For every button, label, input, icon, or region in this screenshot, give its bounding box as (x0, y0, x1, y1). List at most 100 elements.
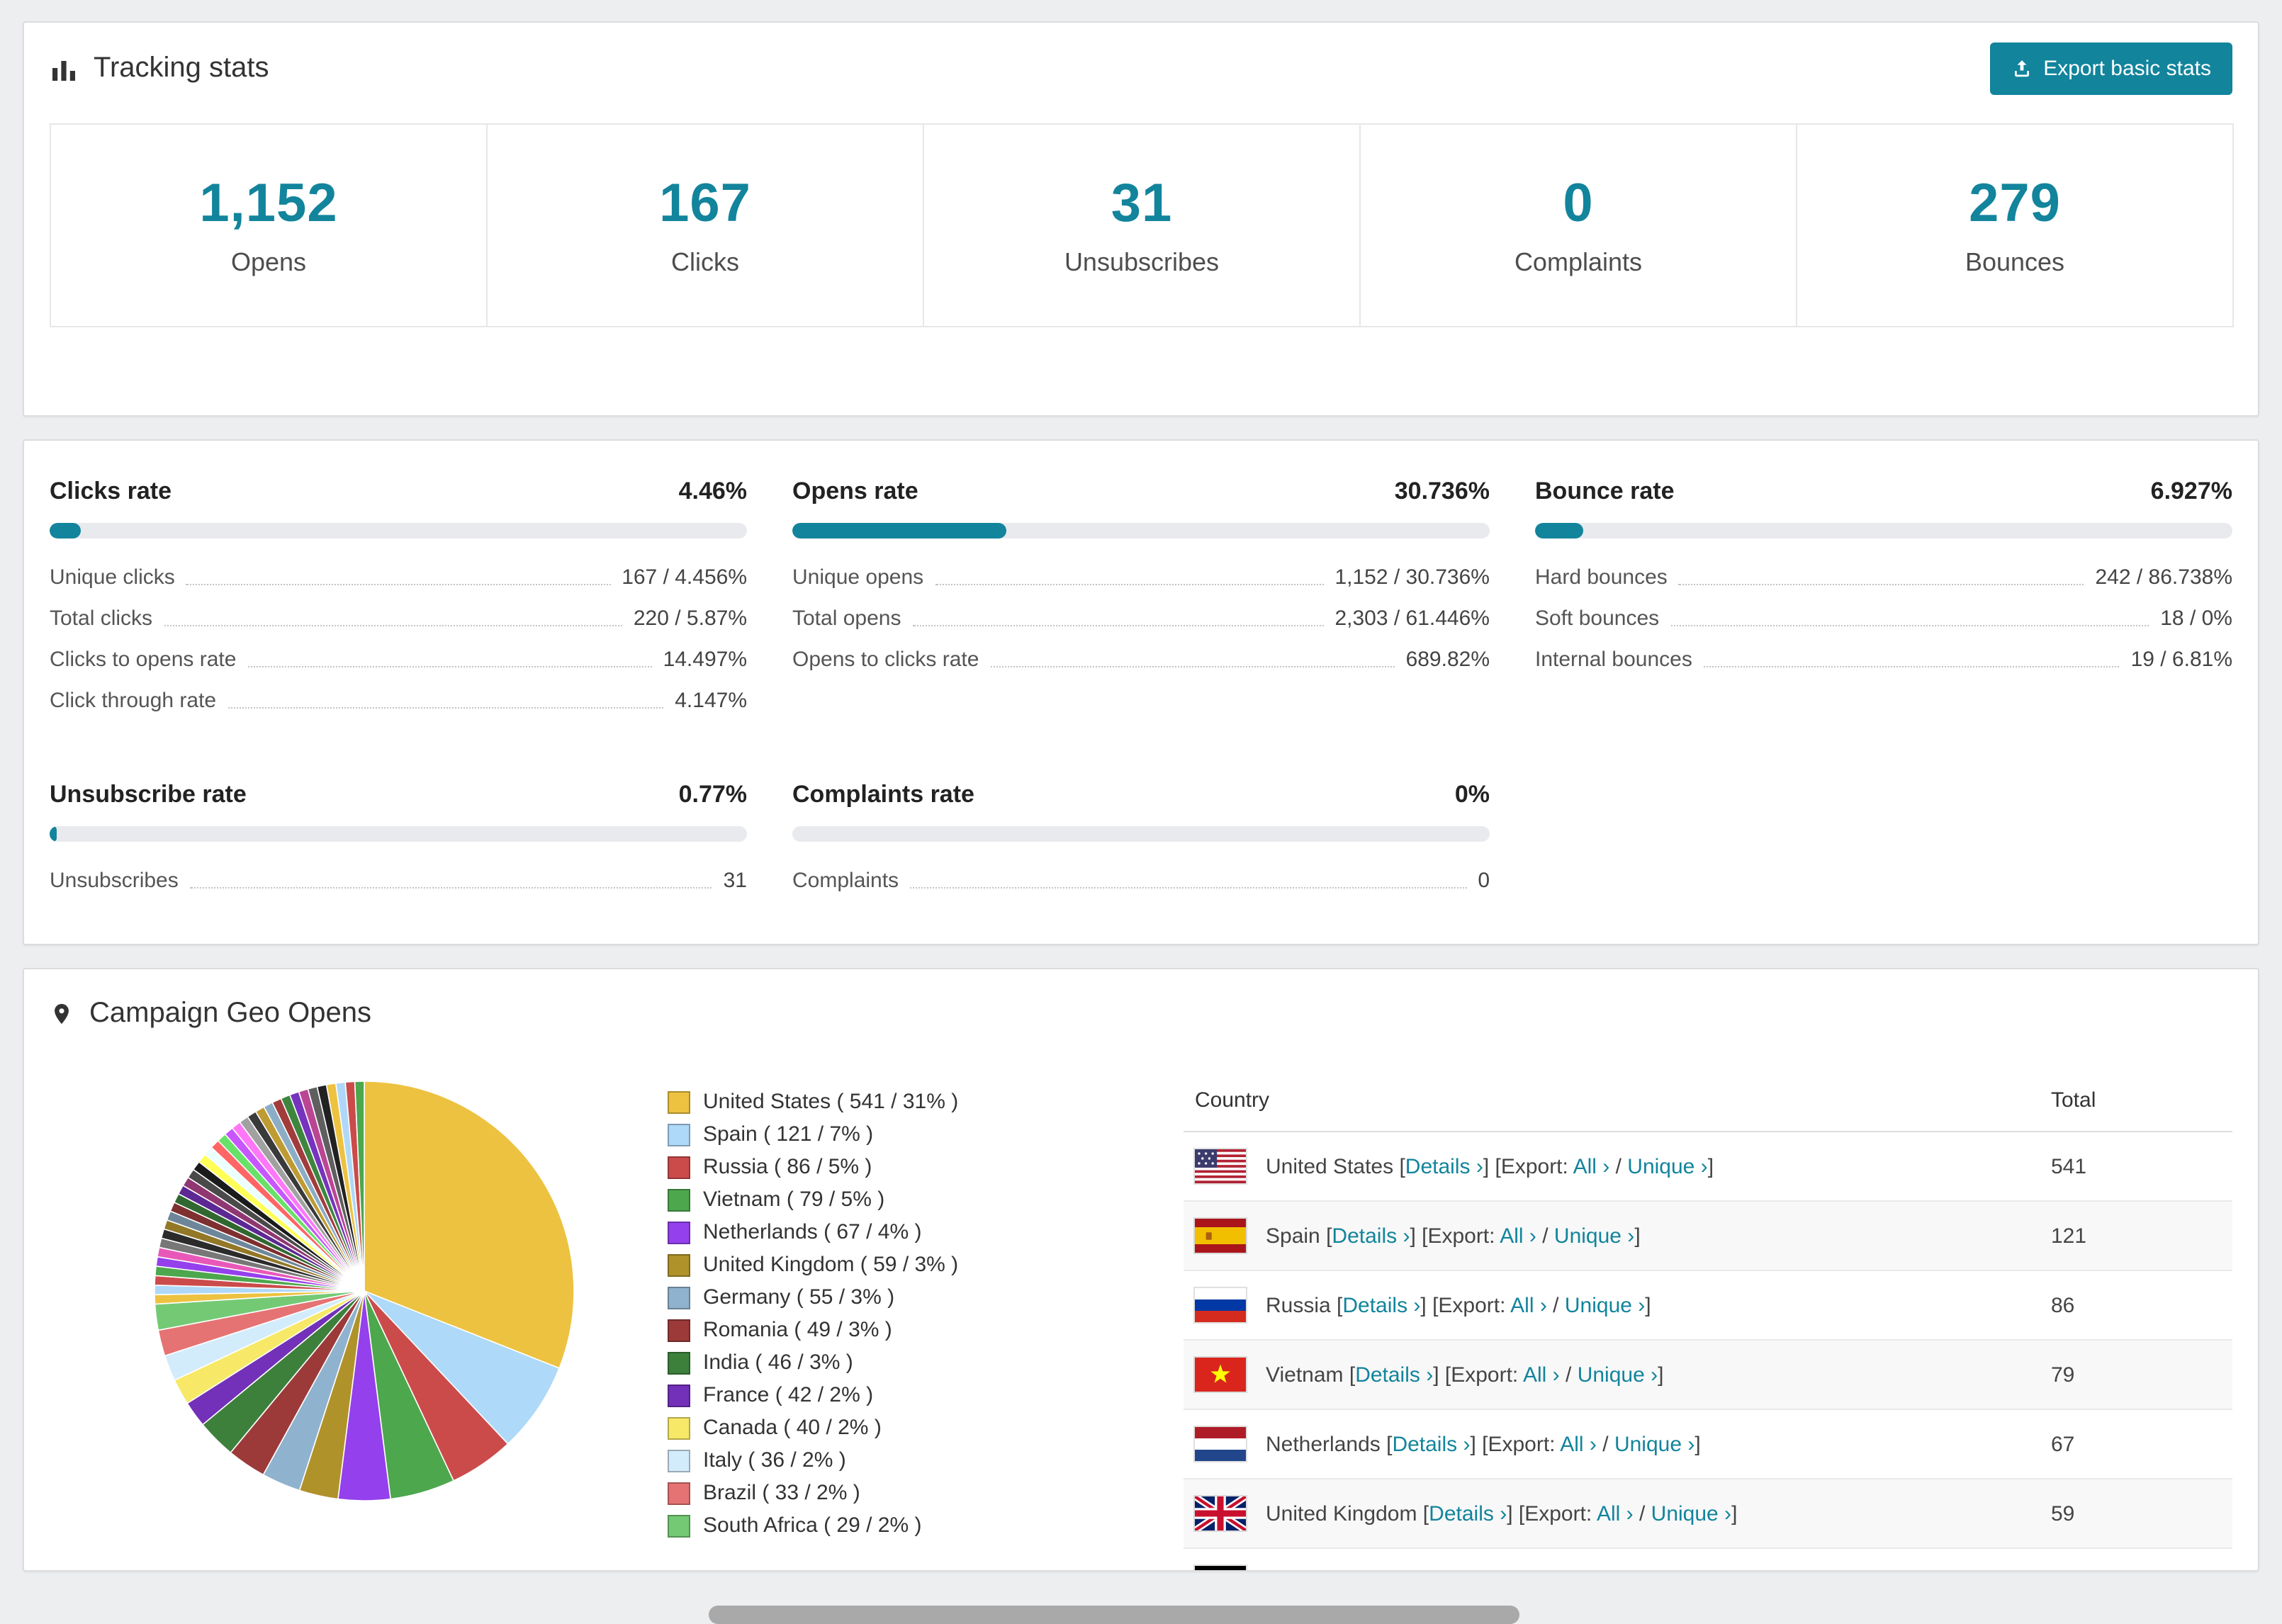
export-all-link[interactable]: All › (1597, 1501, 1634, 1526)
flag-vn-icon (1195, 1358, 1246, 1392)
stat-box: 279 Bounces (1796, 123, 2234, 327)
country-cell-text: United Kingdom [Details ›] [Export: All … (1266, 1501, 1738, 1526)
dotted-leader (935, 584, 1324, 585)
total-cell: 541 (2040, 1132, 2232, 1202)
geo-opens-table: Country Total United States [Details ›] … (1184, 1070, 2232, 1572)
rate-row: Total opens 2,303 / 61.446% (792, 598, 1490, 639)
details-link[interactable]: Details › (1332, 1224, 1410, 1248)
rate-row: Soft bounces 18 / 0% (1535, 598, 2232, 639)
legend-label: Netherlands ( 67 / 4% ) (703, 1220, 922, 1244)
legend-swatch (668, 1482, 690, 1504)
dotted-leader (1670, 625, 2149, 626)
column-header-total: Total (2040, 1070, 2232, 1132)
rate-row-value: 242 / 86.738% (2095, 565, 2233, 590)
stat-label: Complaints (1514, 247, 1643, 276)
rate-row-label: Complaints (792, 869, 899, 893)
table-row: Netherlands [Details ›] [Export: All › /… (1184, 1409, 2232, 1479)
legend-item: Russia ( 86 / 5% ) (668, 1155, 1002, 1179)
legend-item: Vietnam ( 79 / 5% ) (668, 1188, 1002, 1212)
rate-title: Opens rate (792, 478, 918, 504)
rate-row-value: 1,152 / 30.736% (1334, 565, 1490, 590)
rate-row: Unique clicks 167 / 4.456% (50, 557, 747, 598)
rate-row-label: Opens to clicks rate (792, 648, 979, 672)
horizontal-scrollbar[interactable] (709, 1606, 1519, 1624)
flag-es-icon (1195, 1219, 1246, 1253)
flag-de-icon (1195, 1566, 1246, 1570)
legend-label: Vietnam ( 79 / 5% ) (703, 1188, 885, 1212)
export-all-link[interactable]: All › (1533, 1571, 1570, 1572)
export-unique-link[interactable]: Unique › (1627, 1154, 1707, 1178)
details-link[interactable]: Details › (1342, 1293, 1420, 1317)
details-link[interactable]: Details › (1405, 1154, 1483, 1178)
legend-swatch (668, 1319, 690, 1341)
legend-label: Romania ( 49 / 3% ) (703, 1318, 892, 1342)
legend-item: Italy ( 36 / 2% ) (668, 1448, 1002, 1472)
legend-item: France ( 42 / 2% ) (668, 1383, 1002, 1407)
export-upload-icon (2011, 58, 2032, 79)
export-all-link[interactable]: All › (1573, 1154, 1610, 1178)
stat-box: 167 Clicks (486, 123, 924, 327)
campaign-geo-opens-card: Campaign Geo Opens United States ( 541 /… (23, 968, 2259, 1572)
tracking-stats-card: Tracking stats Export basic stats 1,152 … (23, 21, 2259, 417)
export-all-link[interactable]: All › (1500, 1224, 1536, 1248)
table-row: United Kingdom [Details ›] [Export: All … (1184, 1479, 2232, 1549)
rate-row-value: 4.147% (675, 689, 747, 713)
legend-swatch (668, 1449, 690, 1472)
rate-row-label: Hard bounces (1535, 565, 1668, 590)
rate-row-label: Unique clicks (50, 565, 175, 590)
legend-item: Brazil ( 33 / 2% ) (668, 1481, 1002, 1505)
total-cell: 67 (2040, 1409, 2232, 1479)
export-unique-link[interactable]: Unique › (1565, 1293, 1645, 1317)
details-link[interactable]: Details › (1365, 1571, 1443, 1572)
export-unique-link[interactable]: Unique › (1614, 1432, 1694, 1456)
export-unique-link[interactable]: Unique › (1578, 1363, 1658, 1387)
rate-title: Unsubscribe rate (50, 781, 247, 808)
legend-swatch (668, 1156, 690, 1178)
rate-row-label: Click through rate (50, 689, 217, 713)
legend-item: India ( 46 / 3% ) (668, 1350, 1002, 1375)
details-link[interactable]: Details › (1355, 1363, 1433, 1387)
details-link[interactable]: Details › (1392, 1432, 1470, 1456)
geo-opens-pie-chart[interactable] (152, 1078, 577, 1504)
total-cell: 59 (2040, 1479, 2232, 1549)
rate-row-label: Soft bounces (1535, 607, 1660, 631)
export-unique-link[interactable]: Unique › (1587, 1571, 1668, 1572)
export-unique-link[interactable]: Unique › (1651, 1501, 1731, 1526)
rate-row-value: 0 (1478, 869, 1490, 893)
campaign-geo-opens-title: Campaign Geo Opens (50, 998, 2232, 1030)
legend-item: Spain ( 121 / 7% ) (668, 1122, 1002, 1146)
export-basic-stats-button[interactable]: Export basic stats (1989, 43, 2232, 95)
rate-row-value: 220 / 5.87% (633, 607, 747, 631)
total-cell: 121 (2040, 1201, 2232, 1271)
flag-gb-icon (1195, 1496, 1246, 1530)
rate-panel: Unsubscribe rate 0.77% Unsubscribes 31 (50, 781, 747, 901)
rate-row-value: 2,303 / 61.446% (1334, 607, 1490, 631)
rate-row: Hard bounces 242 / 86.738% (1535, 557, 2232, 598)
campaign-geo-opens-title-text: Campaign Geo Opens (89, 998, 372, 1029)
tracking-stats-title: Tracking stats (50, 52, 269, 85)
legend-swatch (668, 1384, 690, 1406)
details-link[interactable]: Details › (1429, 1501, 1507, 1526)
stat-box: 1,152 Opens (50, 123, 488, 327)
export-all-link[interactable]: All › (1523, 1363, 1560, 1387)
rate-row: Opens to clicks rate 689.82% (792, 639, 1490, 680)
legend-label: Italy ( 36 / 2% ) (703, 1448, 846, 1472)
legend-label: United States ( 541 / 31% ) (703, 1090, 959, 1114)
legend-item: Germany ( 55 / 3% ) (668, 1285, 1002, 1309)
export-all-link[interactable]: All › (1560, 1432, 1597, 1456)
rate-row: Complaints 0 (792, 860, 1490, 901)
dotted-leader (247, 666, 652, 667)
rate-progress-bar (792, 523, 1490, 538)
rate-row-value: 689.82% (1405, 648, 1490, 672)
export-unique-link[interactable]: Unique › (1554, 1224, 1634, 1248)
stat-value: 167 (659, 174, 751, 233)
stat-box: 31 Unsubscribes (923, 123, 1361, 327)
rates-grid: Clicks rate 4.46% Unique clicks 167 / 4.… (24, 441, 2258, 944)
export-all-link[interactable]: All › (1510, 1293, 1547, 1317)
country-cell-text: Germany [Details ›] [Export: All › / Uni… (1266, 1571, 1673, 1572)
legend-label: Spain ( 121 / 7% ) (703, 1122, 874, 1146)
rate-row-label: Clicks to opens rate (50, 648, 237, 672)
legend-label: France ( 42 / 2% ) (703, 1383, 874, 1407)
legend-swatch (668, 1090, 690, 1113)
pie-legend: United States ( 541 / 31% ) Spain ( 121 … (668, 1090, 1002, 1546)
